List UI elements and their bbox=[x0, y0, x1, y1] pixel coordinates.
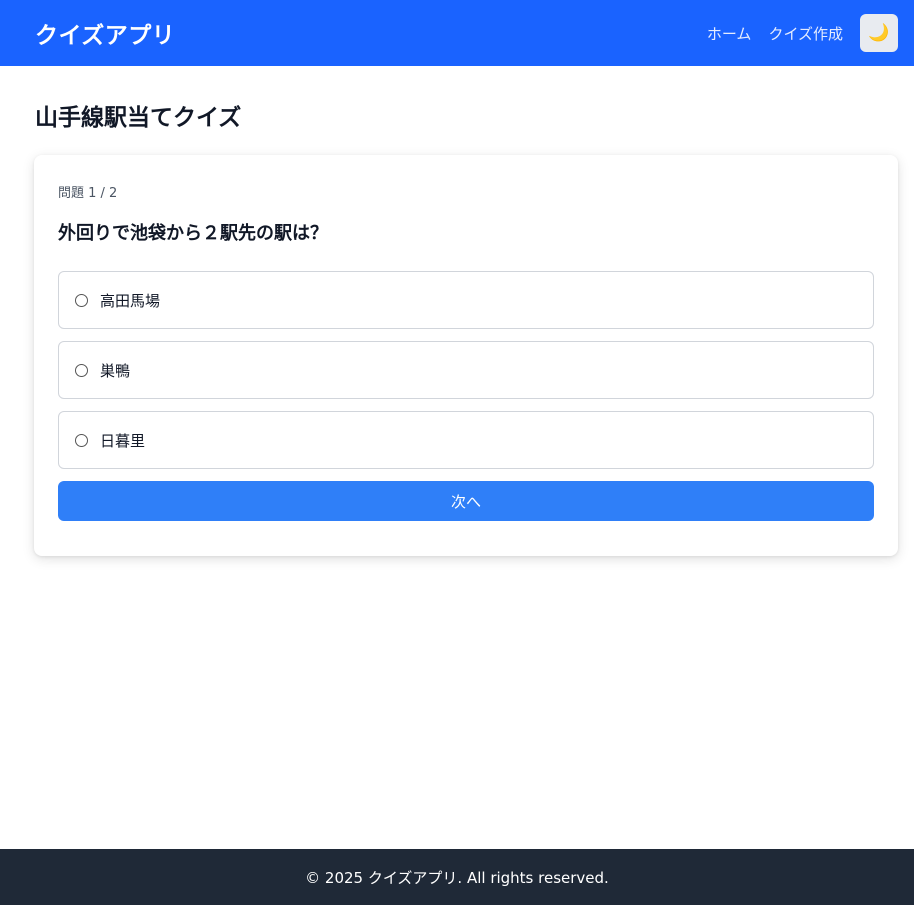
brand-title[interactable]: クイズアプリ bbox=[35, 16, 175, 50]
radio-button[interactable] bbox=[75, 293, 88, 307]
answer-option-label: 高田馬場 bbox=[100, 291, 161, 310]
answer-option[interactable]: 高田馬場 bbox=[58, 271, 874, 329]
copyright-text: © 2025 クイズアプリ. All rights reserved. bbox=[305, 868, 609, 887]
answer-options: 高田馬場 巣鴨 日暮里 bbox=[58, 271, 874, 469]
question-progress: 問題 1 / 2 bbox=[58, 186, 118, 201]
answer-option[interactable]: 日暮里 bbox=[58, 411, 874, 469]
radio-button[interactable] bbox=[75, 363, 88, 377]
moon-icon: 🌙 bbox=[868, 23, 890, 42]
answer-option[interactable]: 巣鴨 bbox=[58, 341, 874, 399]
answer-option-label: 巣鴨 bbox=[100, 361, 131, 380]
theme-toggle-button[interactable]: 🌙 bbox=[860, 14, 898, 52]
radio-button[interactable] bbox=[75, 433, 88, 447]
main-nav: ホーム クイズ作成 🌙 bbox=[707, 14, 898, 52]
quiz-card: 問題 1 / 2 外回りで池袋から２駅先の駅は？ 高田馬場 巣鴨 日暮里 次へ bbox=[34, 155, 898, 556]
page-title: 山手線駅当てクイズ bbox=[35, 105, 242, 131]
question-text: 外回りで池袋から２駅先の駅は？ bbox=[58, 223, 328, 244]
app-footer: © 2025 クイズアプリ. All rights reserved. bbox=[0, 849, 914, 905]
app-header: クイズアプリ ホーム クイズ作成 🌙 bbox=[0, 0, 914, 66]
answer-option-label: 日暮里 bbox=[100, 431, 146, 450]
nav-create-quiz-link[interactable]: クイズ作成 bbox=[768, 23, 843, 44]
nav-home-link[interactable]: ホーム bbox=[707, 23, 752, 44]
next-button[interactable]: 次へ bbox=[58, 481, 874, 521]
